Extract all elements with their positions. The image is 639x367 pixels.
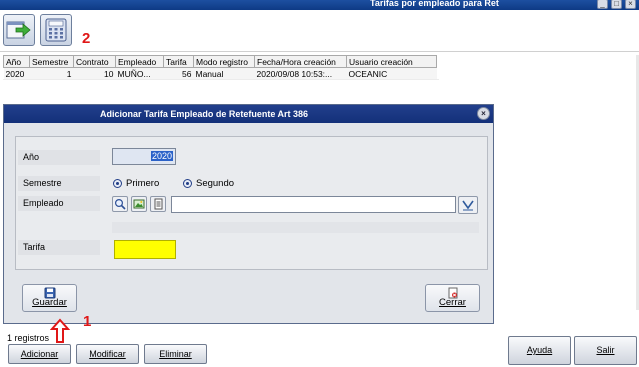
tarifa-label: Tarifa (18, 240, 100, 255)
cerrar-button[interactable]: Cerrar (425, 284, 480, 312)
radio-label: Primero (126, 178, 160, 189)
employee-photo-button[interactable] (131, 196, 147, 212)
employee-detail-button[interactable] (150, 196, 166, 212)
employee-lookup-button[interactable] (458, 196, 478, 214)
document-icon (154, 198, 163, 210)
anio-input[interactable]: 2020 (112, 148, 176, 165)
semestre-label: Semestre (18, 176, 100, 191)
modificar-button[interactable]: Modificar (76, 344, 139, 364)
column-header[interactable]: Contrato (73, 55, 116, 68)
ayuda-button[interactable]: Ayuda (508, 336, 571, 365)
grid-header-row: Año Semestre Contrato Empleado Tarifa Mo… (3, 55, 437, 68)
export-arrow-icon (6, 21, 31, 39)
guardar-label: Guardar (32, 297, 67, 308)
calculator-icon (45, 18, 67, 42)
search-icon (114, 198, 126, 210)
window-title: Tarifas por empleado para Ret (370, 0, 499, 8)
close-icon[interactable]: × (477, 107, 490, 120)
search-employee-button[interactable] (112, 196, 128, 212)
toolbar: 2 (0, 10, 639, 52)
salir-button[interactable]: Salir (574, 336, 637, 365)
column-header[interactable]: Tarifa (163, 55, 194, 68)
dialog-title: Adicionar Tarifa Empleado de Retefuente … (100, 109, 309, 119)
radio-selected-icon (183, 179, 192, 188)
adicionar-button[interactable]: Adicionar (8, 344, 71, 364)
export-button[interactable] (3, 14, 35, 46)
record-count-status: 1 registros (7, 333, 50, 343)
annotation-number-1: 1 (83, 313, 92, 330)
annotation-up-arrow-icon (50, 318, 70, 343)
minimize-icon[interactable]: _ (597, 0, 608, 9)
column-header[interactable]: Usuario creación (346, 55, 437, 68)
empleado-input[interactable] (171, 196, 456, 213)
column-header[interactable]: Fecha/Hora creación (254, 55, 347, 68)
eliminar-button[interactable]: Eliminar (144, 344, 207, 364)
picture-icon (133, 199, 145, 209)
tarifa-input[interactable] (114, 240, 176, 259)
empleado-label: Empleado (18, 196, 100, 211)
form-separator (112, 222, 479, 233)
column-header[interactable]: Modo registro (193, 55, 255, 68)
salir-label: Salir (596, 345, 615, 355)
records-grid: Año Semestre Contrato Empleado Tarifa Mo… (3, 55, 437, 80)
grid-divider (3, 79, 439, 80)
title-bar: Tarifas por empleado para Ret _ □ × (0, 0, 639, 10)
ayuda-label: Ayuda (526, 345, 553, 355)
cerrar-label: Cerrar (439, 297, 466, 308)
annotation-number-2: 2 (82, 30, 91, 47)
window-controls: _ □ × (597, 0, 636, 9)
lookup-arrow-icon (462, 200, 474, 211)
semestre-radio-primero[interactable]: Primero (113, 178, 159, 189)
adicionar-label: Adicionar (20, 349, 59, 359)
anio-label: Año (18, 150, 100, 165)
radio-icon (113, 179, 122, 188)
column-header[interactable]: Empleado (115, 55, 164, 68)
column-header[interactable]: Semestre (29, 55, 74, 68)
eliminar-label: Eliminar (159, 349, 192, 359)
maximize-icon[interactable]: □ (611, 0, 622, 9)
semestre-radio-segundo[interactable]: Segundo (183, 178, 234, 189)
calculator-button[interactable] (40, 14, 72, 46)
dialog-title-bar[interactable]: Adicionar Tarifa Empleado de Retefuente … (4, 105, 493, 123)
column-header[interactable]: Año (3, 55, 30, 68)
anio-value: 2020 (150, 151, 173, 161)
modificar-label: Modificar (89, 349, 126, 359)
guardar-button[interactable]: Guardar (22, 284, 77, 312)
close-window-icon[interactable]: × (625, 0, 636, 9)
radio-label: Segundo (196, 178, 235, 189)
